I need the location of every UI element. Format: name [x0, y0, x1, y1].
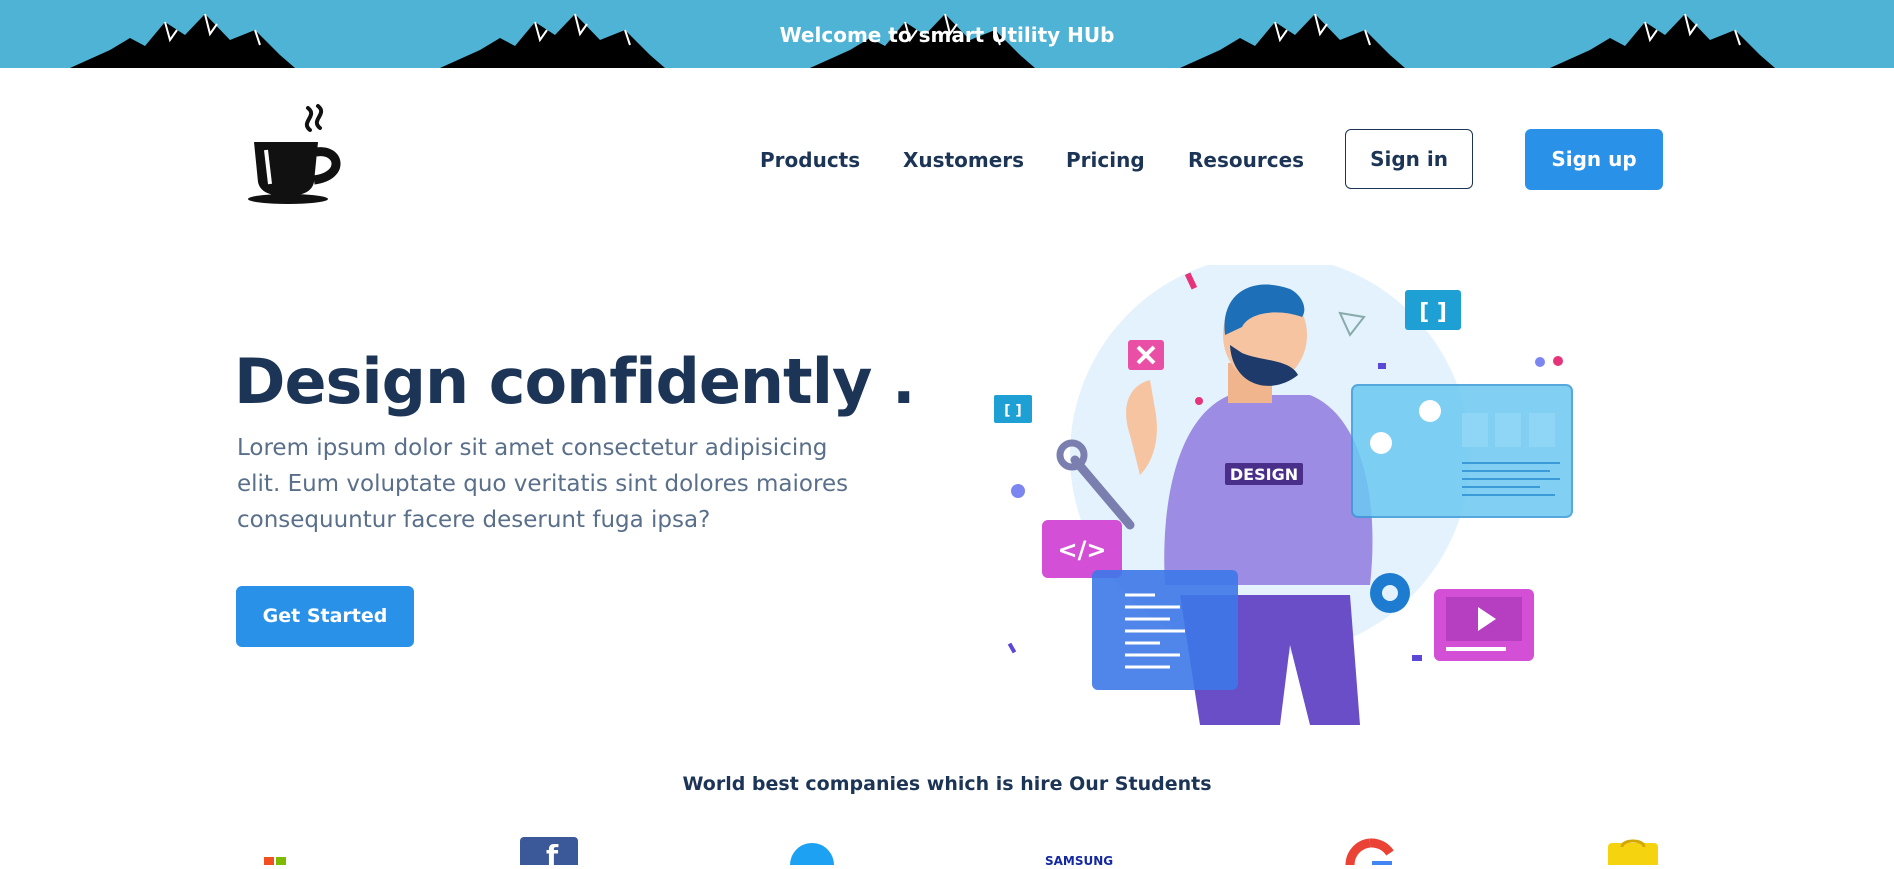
signup-button[interactable]: Sign up	[1525, 129, 1663, 190]
svg-text:</>: </>	[1058, 536, 1107, 564]
nav-pricing[interactable]: Pricing	[1066, 148, 1145, 172]
nav-resources[interactable]: Resources	[1188, 148, 1304, 172]
svg-text:f: f	[546, 839, 559, 865]
banner-text: Welcome to smart Utility HUb	[779, 23, 1115, 47]
get-started-button[interactable]: Get Started	[236, 586, 414, 647]
signin-button[interactable]: Sign in	[1345, 129, 1473, 189]
hero-subtitle: Lorem ipsum dolor sit amet consectetur a…	[237, 435, 849, 533]
coffee-cup-icon	[248, 104, 341, 204]
svg-text:[ ]: [ ]	[1004, 403, 1022, 419]
svg-text:SAMSUNG: SAMSUNG	[1045, 854, 1113, 865]
hero-illustration: [ ] [ ] DESIGN </>	[980, 255, 1590, 725]
nav-customers[interactable]: Xustomers	[903, 148, 1024, 172]
design-badge-text: DESIGN	[1230, 465, 1298, 484]
logo[interactable]	[248, 100, 358, 205]
welcome-banner: Welcome to smart Utility HUb	[0, 0, 1894, 68]
companies-title: World best companies which is hire Our S…	[682, 773, 1212, 795]
svg-text:[ ]: [ ]	[1419, 300, 1447, 325]
nav-products[interactable]: Products	[760, 148, 860, 172]
hero-title: Design confidently .	[234, 345, 915, 418]
